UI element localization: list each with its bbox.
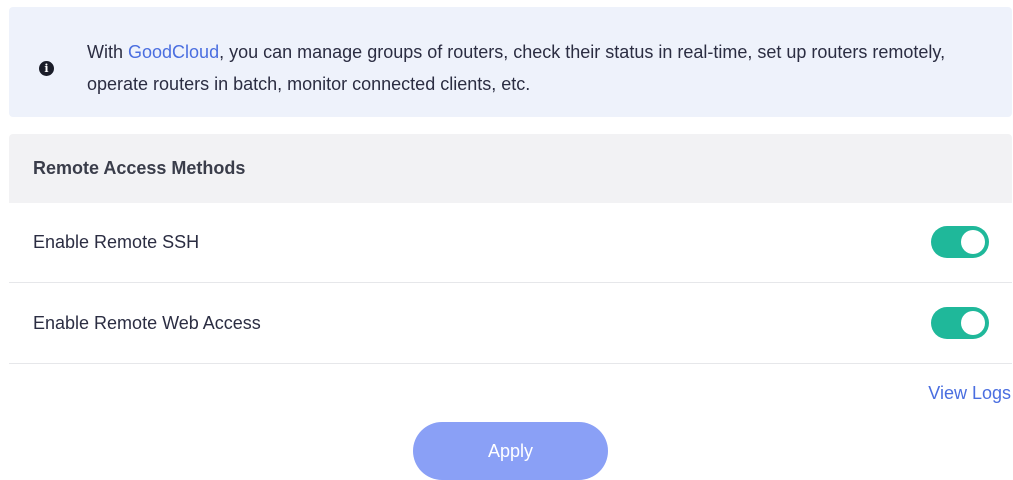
info-text: With GoodCloud, you can manage groups of… xyxy=(87,36,1007,100)
info-banner: i With GoodCloud, you can manage groups … xyxy=(9,7,1012,117)
setting-row-remote-web-access: Enable Remote Web Access xyxy=(9,284,1012,364)
section-header: Remote Access Methods xyxy=(9,134,1012,203)
remote-web-access-label: Enable Remote Web Access xyxy=(33,313,261,333)
toggle-knob xyxy=(961,311,985,335)
info-circle-icon: i xyxy=(39,61,54,76)
toggle-knob xyxy=(961,230,985,254)
goodcloud-link[interactable]: GoodCloud xyxy=(128,42,219,62)
section-title: Remote Access Methods xyxy=(33,158,246,178)
view-logs-link[interactable]: View Logs xyxy=(928,380,1011,406)
remote-web-access-toggle[interactable] xyxy=(931,307,989,339)
remote-ssh-label: Enable Remote SSH xyxy=(33,232,200,252)
setting-row-remote-ssh: Enable Remote SSH xyxy=(9,203,1012,283)
apply-button[interactable]: Apply xyxy=(413,422,608,480)
info-text-prefix: With xyxy=(87,42,129,62)
remote-ssh-toggle[interactable] xyxy=(931,226,989,258)
